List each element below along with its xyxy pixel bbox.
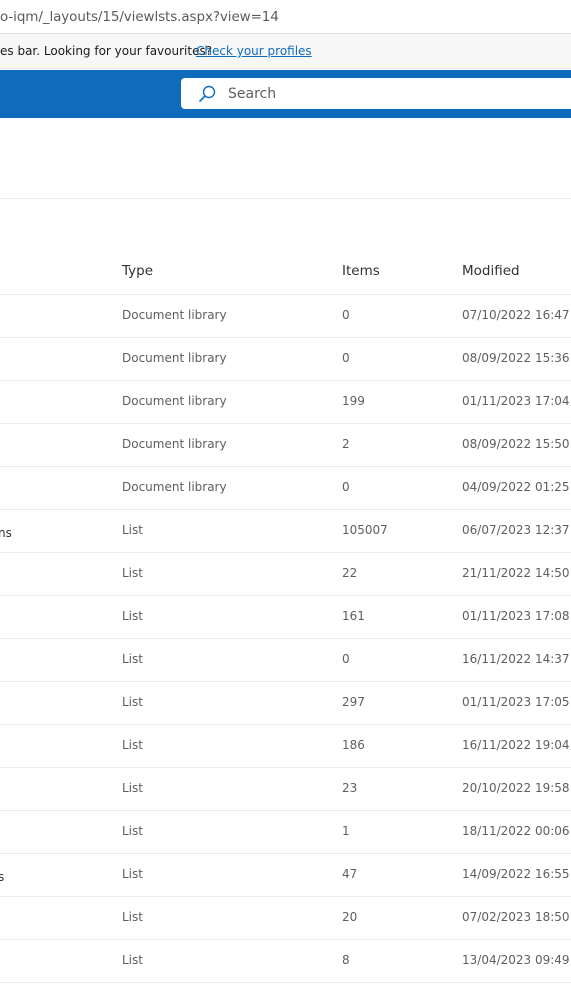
row-modified: 06/07/2023 12:37 [462,523,570,537]
row-type: Document library [122,480,227,494]
search-icon [197,84,217,104]
row-type: List [122,953,143,967]
row-modified: 01/11/2023 17:08 [462,609,570,623]
row-items: 199 [342,394,365,408]
table-row[interactable]: Document library 0 08/09/2022 15:36 [0,338,571,381]
row-modified: 01/11/2023 17:04 [462,394,570,408]
row-type: Document library [122,437,227,451]
row-items: 22 [342,566,358,580]
table-row[interactable]: s List 47 14/09/2022 16:55 [0,854,571,897]
row-items: 8 [342,953,350,967]
suite-bar [0,70,571,118]
table-row[interactable]: List 1 18/11/2022 00:06 [0,811,571,854]
column-header-type[interactable]: Type [122,263,153,279]
row-items: 161 [342,609,365,623]
table-row[interactable]: List 186 16/11/2022 19:04 [0,725,571,768]
row-modified: 14/09/2022 16:55 [462,867,570,881]
search-box[interactable] [181,78,571,109]
row-type: Document library [122,394,227,408]
row-items: 0 [342,308,350,322]
row-modified: 18/11/2022 00:06 [462,824,570,838]
row-type: List [122,910,143,924]
row-type: List [122,867,143,881]
row-type: List [122,824,143,838]
table-row[interactable]: Document library 2 08/09/2022 15:50 [0,424,571,467]
row-type: List [122,781,143,795]
browser-address-bar[interactable]: o-iqm/_layouts/15/viewlsts.aspx?view=14 [0,0,571,34]
row-items: 105007 [342,523,388,537]
row-modified: 07/10/2022 16:47 [462,308,570,322]
info-bar-message: es bar. Looking for your favourites? [0,44,213,58]
row-type: Document library [122,351,227,365]
row-items: 1 [342,824,350,838]
row-name[interactable]: s [0,870,4,884]
row-items: 0 [342,652,350,666]
table-row[interactable]: List 161 01/11/2023 17:08 [0,596,571,639]
table-row[interactable]: List 297 01/11/2023 17:05 [0,682,571,725]
table-row[interactable]: ns List 105007 06/07/2023 12:37 [0,510,571,553]
search-input[interactable] [228,78,528,109]
table-row[interactable]: List 23 20/10/2022 19:58 [0,768,571,811]
column-header-row: Type Items Modified [0,248,571,295]
favourites-info-bar: es bar. Looking for your favourites? Che… [0,34,571,69]
table-body: Document library 0 07/10/2022 16:47 Documen… [0,295,571,983]
column-header-items[interactable]: Items [342,263,380,279]
row-type: List [122,609,143,623]
row-items: 20 [342,910,358,924]
address-url[interactable]: o-iqm/_layouts/15/viewlsts.aspx?view=14 [0,9,279,25]
table-row[interactable]: List 20 07/02/2023 18:50 [0,897,571,940]
page-header [0,118,571,199]
row-type: List [122,652,143,666]
row-items: 47 [342,867,358,881]
row-modified: 16/11/2022 14:37 [462,652,570,666]
page: o-iqm/_layouts/15/viewlsts.aspx?view=14 … [0,0,571,996]
table-row[interactable]: List 8 13/04/2023 09:49 [0,940,571,983]
table-row[interactable]: Document library 199 01/11/2023 17:04 [0,381,571,424]
row-modified: 07/02/2023 18:50 [462,910,570,924]
table-row[interactable]: Document library 0 04/09/2022 01:25 [0,467,571,510]
row-modified: 16/11/2022 19:04 [462,738,570,752]
site-contents-table: Type Items Modified Document library 0 07/… [0,248,571,983]
row-items: 186 [342,738,365,752]
row-modified: 20/10/2022 19:58 [462,781,570,795]
row-items: 0 [342,351,350,365]
row-type: List [122,695,143,709]
check-profiles-link[interactable]: Check your profiles [196,44,312,58]
table-row[interactable]: List 22 21/11/2022 14:50 [0,553,571,596]
row-modified: 01/11/2023 17:05 [462,695,570,709]
row-modified: 08/09/2022 15:36 [462,351,570,365]
row-type: List [122,738,143,752]
table-row[interactable]: Document library 0 07/10/2022 16:47 [0,295,571,338]
row-type: List [122,566,143,580]
row-items: 2 [342,437,350,451]
row-modified: 08/09/2022 15:50 [462,437,570,451]
column-header-modified[interactable]: Modified [462,263,520,279]
row-modified: 13/04/2023 09:49 [462,953,570,967]
row-items: 297 [342,695,365,709]
row-items: 23 [342,781,358,795]
row-name[interactable]: ns [0,526,12,540]
row-type: List [122,523,143,537]
table-row[interactable]: List 0 16/11/2022 14:37 [0,639,571,682]
row-items: 0 [342,480,350,494]
row-modified: 04/09/2022 01:25 [462,480,570,494]
row-modified: 21/11/2022 14:50 [462,566,570,580]
row-type: Document library [122,308,227,322]
